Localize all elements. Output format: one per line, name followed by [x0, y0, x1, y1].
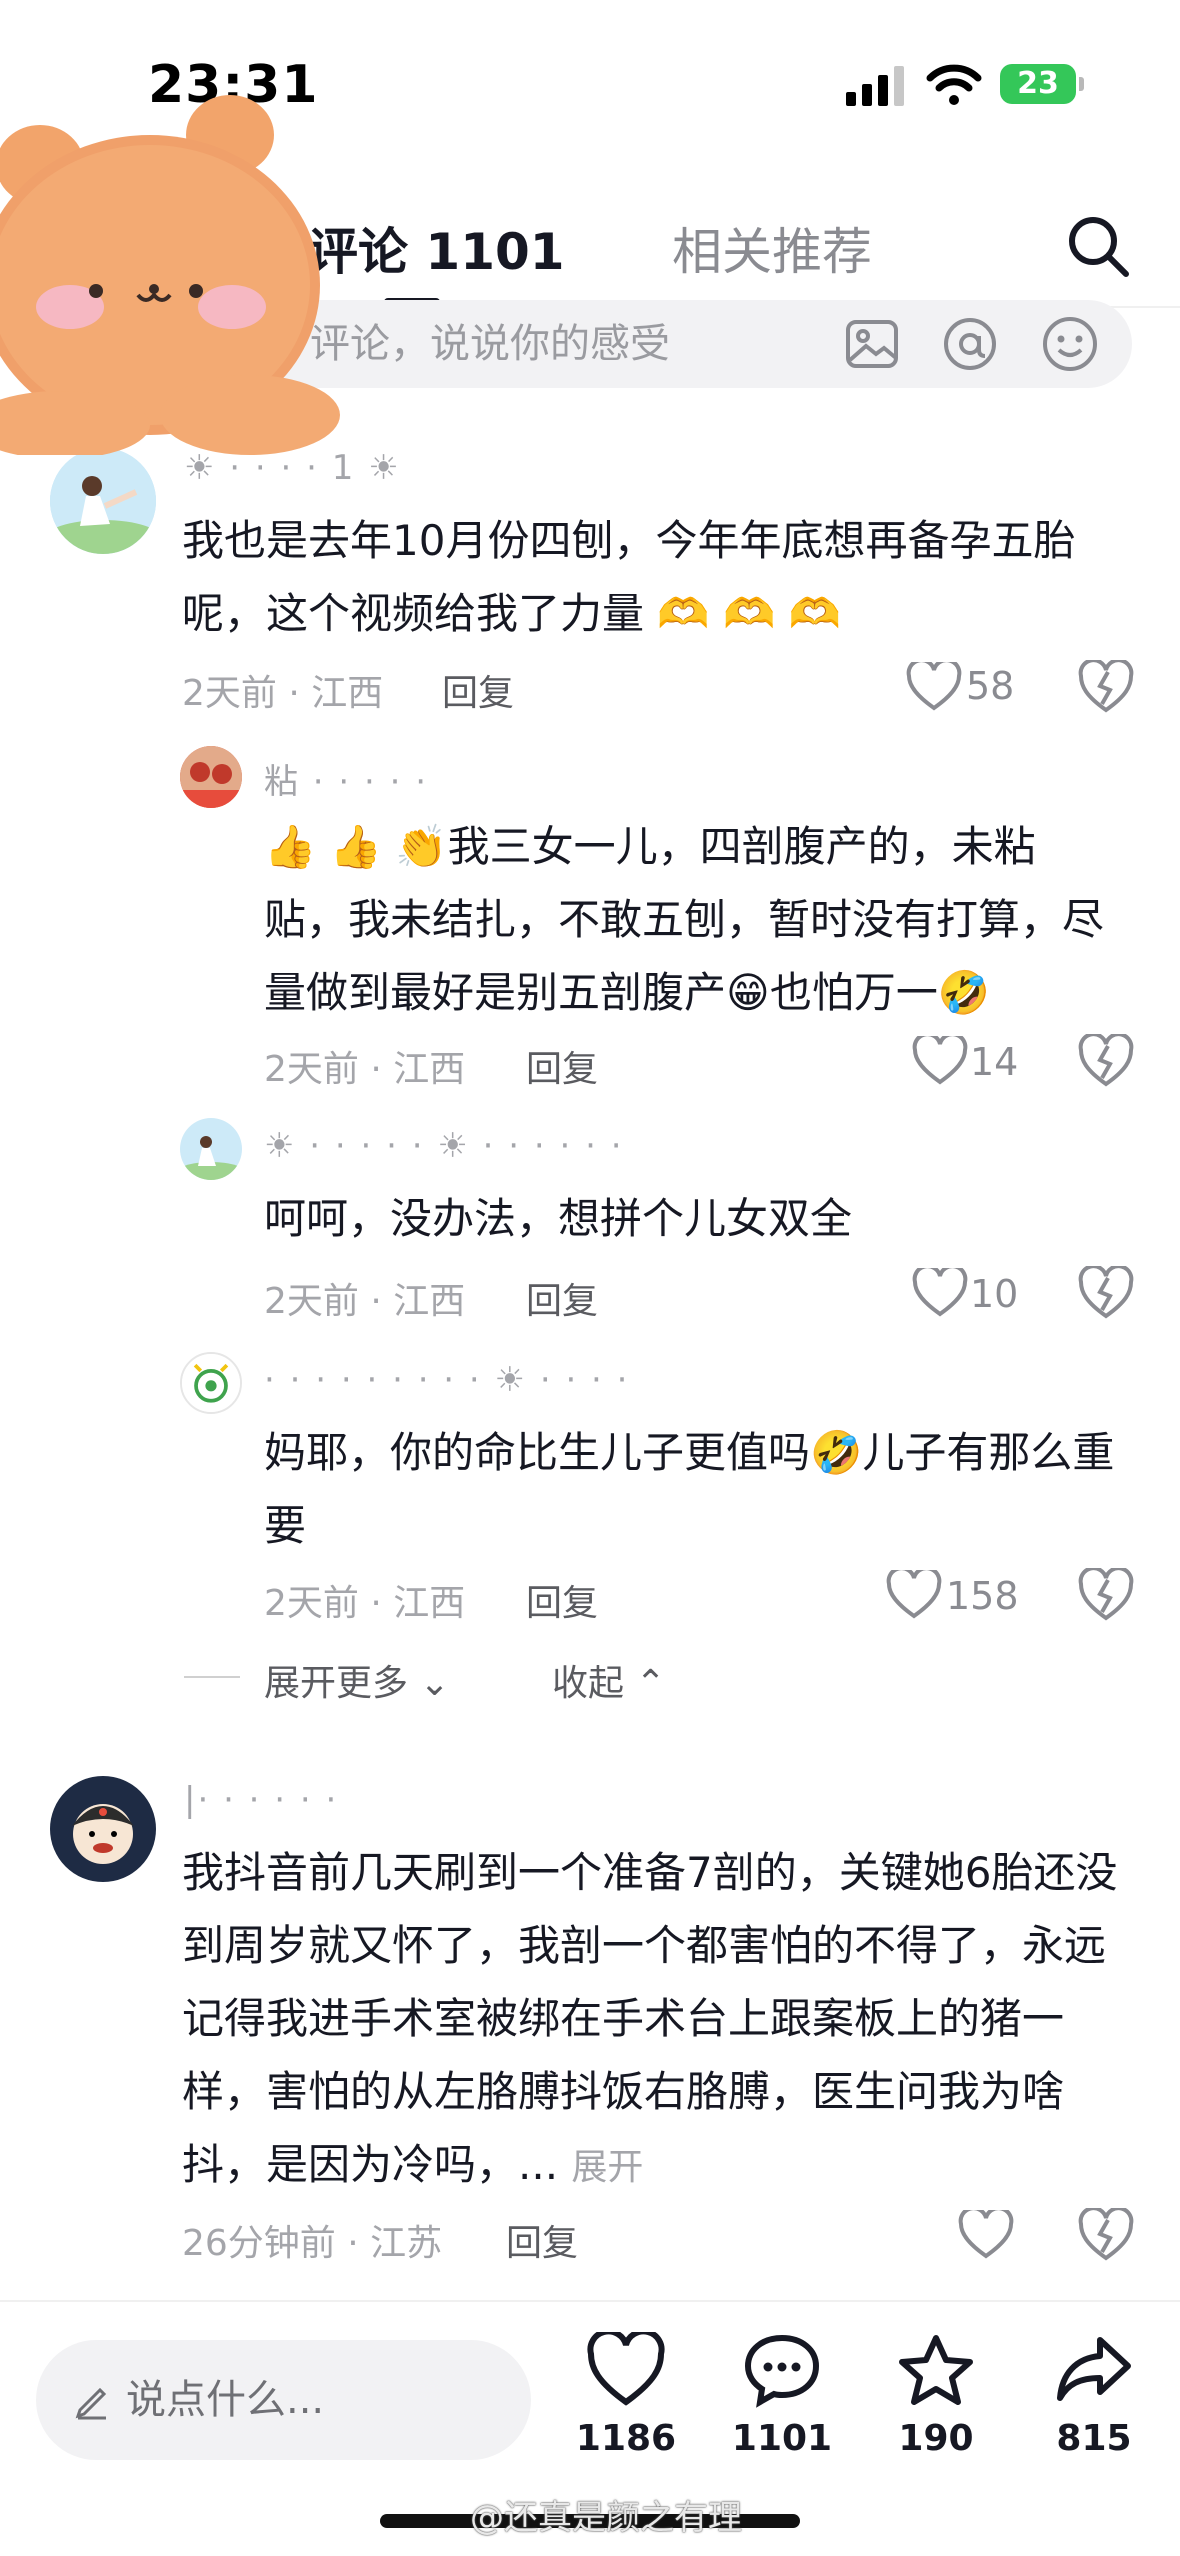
- reply-button[interactable]: 回复: [506, 2214, 578, 2266]
- comment-meta: 2天前 · 江西: [264, 1281, 466, 1322]
- share-total: 815: [1056, 2418, 1132, 2459]
- comment-meta: 2天前 · 江西: [264, 1583, 466, 1624]
- comment-text: 我抖音前几天刷到一个准备7剖的，关键她6胎还没到周岁就又怀了，我剖一个都害怕的不…: [182, 1848, 1118, 2189]
- battery-indicator: 23: [1000, 64, 1084, 104]
- wifi-icon: [926, 64, 982, 105]
- laughing-emoji: 🤣: [810, 1428, 863, 1477]
- expand-more-button[interactable]: 展开更多 ⌄: [264, 1654, 450, 1706]
- avatar[interactable]: [180, 1352, 242, 1414]
- say-something-input[interactable]: [126, 2368, 506, 2432]
- divider: [184, 1676, 240, 1678]
- like-action[interactable]: 1186: [566, 2328, 686, 2459]
- avatar[interactable]: [50, 1776, 156, 1882]
- comment-meta: 2天前 · 江西: [182, 673, 384, 714]
- heart-icon: [587, 2328, 665, 2406]
- dislike-icon[interactable]: [1078, 1034, 1134, 1088]
- tab-comments[interactable]: 评论 1101: [308, 212, 565, 284]
- avatar[interactable]: [180, 746, 242, 808]
- reply-button[interactable]: 回复: [526, 1272, 598, 1324]
- like-count: 10: [970, 1272, 1019, 1316]
- like-count: 14: [970, 1040, 1019, 1084]
- like-icon[interactable]: [958, 2210, 1014, 2260]
- watermark: @还真是颜之有理: [470, 2498, 742, 2538]
- favorite-total: 190: [898, 2418, 974, 2459]
- laughing-emoji: 🤣: [937, 968, 991, 1017]
- reply-text: 妈耶，你的命比生儿子更值吗🤣儿子有那么重要: [264, 1428, 1115, 1550]
- dislike-icon[interactable]: [1078, 1266, 1134, 1320]
- username[interactable]: ☀ · · · · · ☀ · · · · · ·: [264, 1126, 624, 1166]
- chevron-down-icon: ⌄: [419, 1663, 450, 1704]
- dislike-icon[interactable]: [1078, 1568, 1134, 1622]
- username[interactable]: |· · · · · ·: [184, 1780, 338, 1820]
- comment-input[interactable]: [310, 314, 870, 374]
- emoji-icon[interactable]: [1040, 314, 1100, 374]
- like-icon[interactable]: [906, 662, 962, 712]
- bear-sticker: [0, 95, 340, 455]
- comment-meta: 26分钟前 · 江苏: [182, 2223, 443, 2264]
- reply-button[interactable]: 回复: [526, 1040, 598, 1092]
- like-icon[interactable]: [912, 1036, 968, 1086]
- username[interactable]: 粘 · · · · ·: [264, 754, 428, 803]
- comment-bubble-icon: [744, 2334, 820, 2408]
- dislike-icon[interactable]: [1078, 660, 1134, 714]
- dislike-icon[interactable]: [1078, 2208, 1134, 2262]
- username[interactable]: · · · · · · · · · ☀ · · · ·: [264, 1360, 629, 1400]
- avatar[interactable]: [180, 1118, 242, 1180]
- like-total: 1186: [575, 2418, 677, 2459]
- chevron-up-icon: ⌃: [635, 1663, 666, 1704]
- cellular-signal-icon: [846, 66, 904, 106]
- comment-action[interactable]: 1101: [722, 2332, 842, 2459]
- reply-button[interactable]: 回复: [442, 664, 514, 716]
- like-count: 58: [966, 664, 1015, 708]
- share-arrow-icon: [1057, 2337, 1131, 2401]
- share-action[interactable]: 815: [1034, 2332, 1154, 2459]
- image-icon[interactable]: [842, 314, 902, 374]
- favorite-action[interactable]: 190: [876, 2332, 996, 2459]
- say-something-bar[interactable]: [36, 2340, 531, 2460]
- collapse-button[interactable]: 收起 ⌃: [552, 1654, 666, 1706]
- comment-meta: 2天前 · 江西: [264, 1049, 466, 1090]
- like-icon[interactable]: [886, 1570, 942, 1620]
- comment-total: 1101: [731, 2418, 833, 2459]
- comment-text: 我也是去年10月份四刨，今年年底想再备孕五胎呢，这个视频给我了力量 🫶 🫶 🫶: [182, 516, 1076, 638]
- star-icon: [899, 2335, 973, 2405]
- avatar[interactable]: [50, 448, 156, 554]
- like-icon[interactable]: [912, 1268, 968, 1318]
- like-count: 158: [946, 1574, 1019, 1618]
- pencil-icon: [75, 2387, 107, 2420]
- heart-hands-emoji: 🫶 🫶 🫶: [657, 589, 841, 638]
- search-icon[interactable]: [1062, 210, 1134, 282]
- reply-text: 呵呵，没办法，想拼个儿女双全: [264, 1194, 853, 1243]
- grin-emoji: 😁: [726, 968, 770, 1017]
- reply-text: 👍 👍 👏我三女一儿，四剖腹产的，未粘贴，我未结扎，不敢五刨，暂时没有打算，尽量…: [264, 822, 1105, 1017]
- tab-related[interactable]: 相关推荐: [672, 212, 872, 284]
- thumbs-up-emoji: 👍 👍 👏: [264, 822, 448, 871]
- mention-icon[interactable]: [940, 314, 1000, 374]
- reply-button[interactable]: 回复: [526, 1574, 598, 1626]
- expand-text-button[interactable]: 展开: [571, 2147, 643, 2188]
